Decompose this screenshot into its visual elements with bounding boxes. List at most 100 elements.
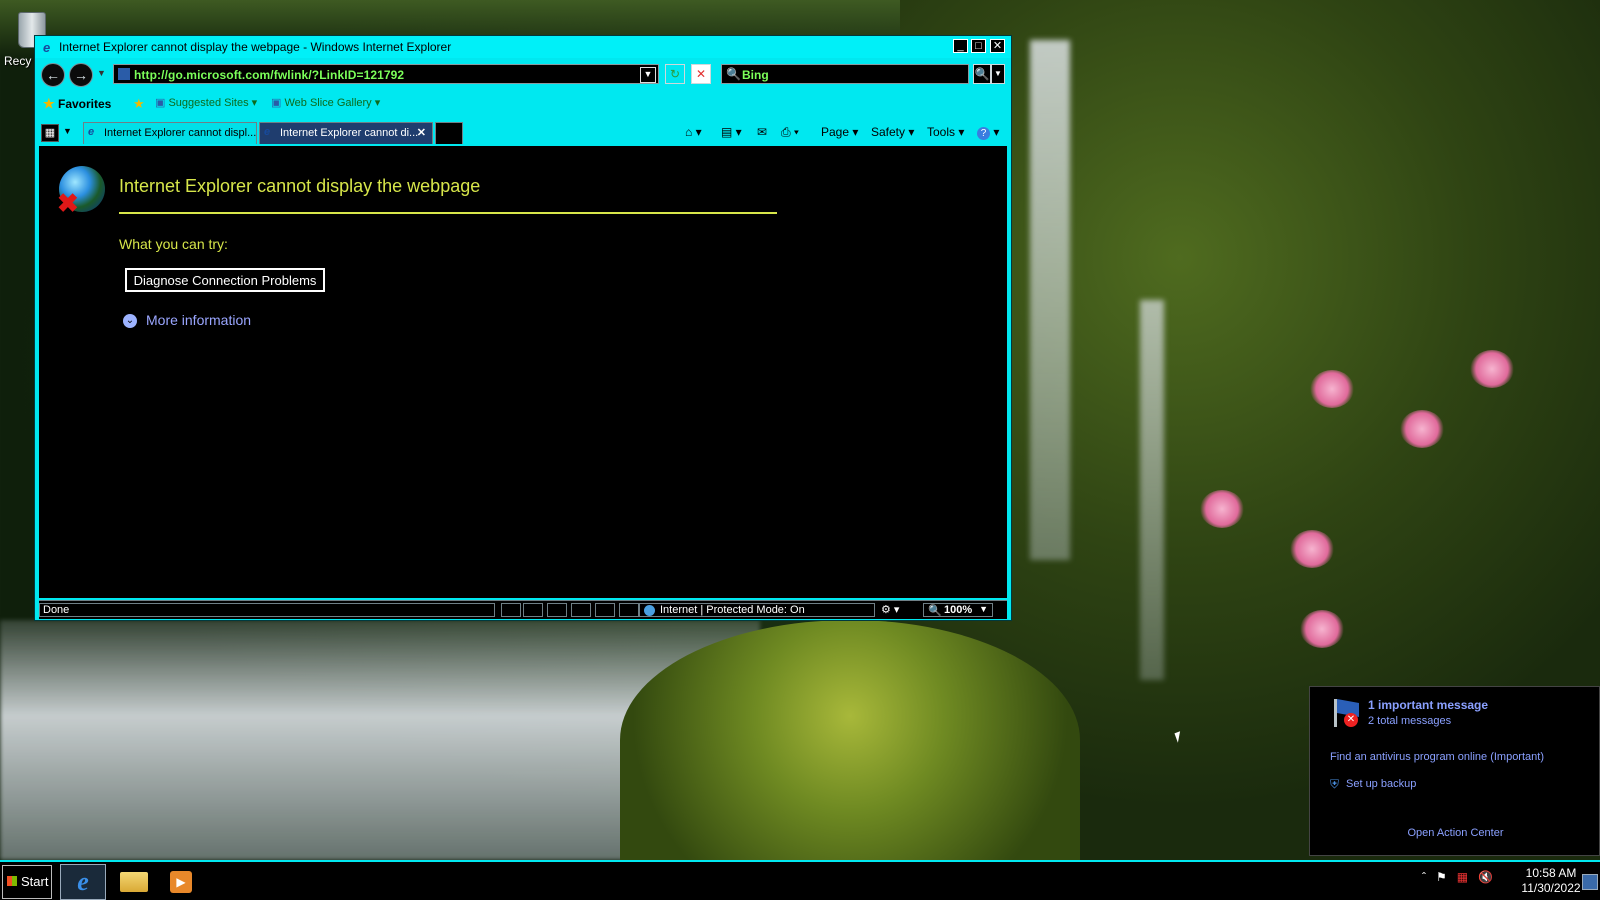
taskbar-windows-explorer[interactable] xyxy=(110,864,156,900)
show-hidden-icons-icon[interactable]: ˆ xyxy=(1422,870,1426,884)
new-tab-button[interactable] xyxy=(435,122,463,144)
ie-tab-icon: e xyxy=(88,126,95,138)
tab-label: Internet Explorer cannot displ... xyxy=(104,127,257,139)
favorites-item-label: Web Slice Gallery xyxy=(284,97,372,109)
internet-explorer-icon: e xyxy=(77,867,89,896)
print-icon[interactable]: ⎙ ▾ xyxy=(781,125,799,140)
wallpaper-flower xyxy=(1300,610,1344,648)
maximize-button[interactable]: □ xyxy=(971,39,986,53)
expand-chevron-icon[interactable]: ⌄ xyxy=(123,314,137,328)
tools-menu[interactable]: Tools ▾ xyxy=(927,125,964,139)
recent-pages-dropdown-icon[interactable]: ▼ xyxy=(97,68,106,78)
clock-date: 11/30/2022 xyxy=(1521,881,1581,895)
network-icon[interactable]: ▦ xyxy=(1457,870,1468,884)
action-center-flyout: ✕ 1 important message 2 total messages F… xyxy=(1309,686,1600,856)
search-provider-icon: 🔍 xyxy=(726,67,741,81)
taskbar-clock[interactable]: 10:58 AM 11/30/2022 xyxy=(1516,866,1586,896)
total-messages-text: 2 total messages xyxy=(1368,715,1452,727)
status-segment xyxy=(547,603,567,617)
forward-button[interactable]: → xyxy=(69,63,93,87)
internet-zone-globe-icon xyxy=(644,605,655,616)
wallpaper-flower xyxy=(1400,410,1444,448)
find-antivirus-link[interactable]: Find an antivirus program online (Import… xyxy=(1330,751,1544,763)
taskbar-media-player[interactable]: ▶ xyxy=(158,864,204,900)
favorites-label: Favorites xyxy=(58,97,112,111)
zoom-level-control[interactable]: 🔍 100% ▼ xyxy=(923,603,993,617)
navigation-bar: ← → ▼ http://go.microsoft.com/fwlink/?Li… xyxy=(39,62,1007,88)
back-button[interactable]: ← xyxy=(41,63,65,87)
close-button[interactable]: ✕ xyxy=(990,39,1005,53)
what-you-can-try-label: What you can try: xyxy=(119,236,228,252)
status-segment xyxy=(595,603,615,617)
taskbar-internet-explorer[interactable]: e xyxy=(60,864,106,900)
refresh-button[interactable]: ↻ xyxy=(665,64,685,84)
favorites-item-suggested-sites[interactable]: ▣ Suggested Sites ▾ xyxy=(155,96,257,109)
safety-menu[interactable]: Safety ▾ xyxy=(871,125,914,139)
media-player-icon: ▶ xyxy=(170,871,192,893)
address-url[interactable]: http://go.microsoft.com/fwlink/?LinkID=1… xyxy=(134,68,404,82)
important-message-link[interactable]: 1 important message xyxy=(1368,698,1488,712)
help-menu[interactable]: ? ▾ xyxy=(977,125,999,140)
search-options-dropdown-icon[interactable]: ▼ xyxy=(991,64,1005,84)
security-zone[interactable]: Internet | Protected Mode: On xyxy=(639,603,875,617)
volume-muted-icon[interactable]: 🔇 xyxy=(1478,870,1493,884)
search-input[interactable]: Bing xyxy=(742,68,769,82)
windows-logo-icon xyxy=(7,876,17,886)
zoom-dropdown-icon: ▼ xyxy=(979,604,988,614)
wallpaper-moss-rock xyxy=(620,620,1080,860)
show-desktop-button[interactable] xyxy=(1582,874,1598,890)
favorites-item-web-slice-gallery[interactable]: ▣ Web Slice Gallery ▾ xyxy=(271,96,380,109)
protected-mode-settings-icon[interactable]: ⚙ ▾ xyxy=(881,603,915,617)
wallpaper-flower xyxy=(1290,530,1334,568)
minimize-button[interactable]: _ xyxy=(953,39,968,53)
add-to-favorites-icon[interactable]: ★ xyxy=(133,96,145,112)
help-icon: ? xyxy=(977,127,990,140)
status-segment xyxy=(571,603,591,617)
tab-label: Internet Explorer cannot di... xyxy=(280,127,419,139)
open-action-center-link[interactable]: Open Action Center xyxy=(1310,827,1600,839)
address-bar[interactable]: http://go.microsoft.com/fwlink/?LinkID=1… xyxy=(113,64,659,84)
wallpaper-waterfall-right xyxy=(1140,300,1164,680)
title-bar[interactable]: e Internet Explorer cannot display the w… xyxy=(35,36,1011,58)
tab-error-page-2[interactable]: e Internet Explorer cannot di... ✕ xyxy=(259,122,433,144)
tab-bar: ▦ ▼ e Internet Explorer cannot displ... … xyxy=(39,120,1007,146)
page-icon xyxy=(118,68,130,80)
start-button[interactable]: Start xyxy=(2,865,52,899)
system-tray: ˆ ⚑ ▦ 🔇 xyxy=(1422,870,1493,884)
favorites-star-icon: ★ xyxy=(43,96,55,111)
more-information-link[interactable]: More information xyxy=(146,312,251,328)
action-center-flag-icon: ✕ xyxy=(1330,699,1360,727)
web-slice-gallery-icon: ▣ xyxy=(271,97,282,109)
set-up-backup-link[interactable]: Set up backup xyxy=(1346,778,1416,790)
tab-error-page-1[interactable]: e Internet Explorer cannot displ... xyxy=(83,122,257,144)
page-menu-label: Page xyxy=(821,125,850,139)
zoom-magnifier-icon: 🔍 xyxy=(928,605,942,617)
diagnose-connection-problems-button[interactable]: Diagnose Connection Problems xyxy=(125,268,325,292)
ie-app-icon: e xyxy=(43,40,51,55)
shield-icon: ⛨ xyxy=(1330,777,1340,791)
home-icon[interactable]: ⌂ ▾ xyxy=(685,125,702,139)
error-globe-icon: ✖ xyxy=(57,166,105,218)
search-button[interactable]: 🔍 xyxy=(973,64,991,84)
favorites-button[interactable]: ★ Favorites xyxy=(43,96,111,112)
wallpaper-flower xyxy=(1310,370,1354,408)
stop-button[interactable]: ✕ xyxy=(691,64,711,84)
action-center-tray-flag-icon[interactable]: ⚑ xyxy=(1436,870,1447,884)
search-box[interactable]: 🔍 Bing xyxy=(721,64,969,84)
read-mail-icon[interactable]: ✉ xyxy=(757,125,767,139)
quick-tabs-icon[interactable]: ▦ xyxy=(41,124,59,142)
tab-list-dropdown-icon[interactable]: ▼ xyxy=(63,126,72,136)
title-divider xyxy=(119,212,777,214)
ie-tab-icon: e xyxy=(264,126,271,138)
address-dropdown-icon[interactable]: ▼ xyxy=(640,67,656,83)
clock-time: 10:58 AM xyxy=(1525,866,1577,880)
ie-window: e Internet Explorer cannot display the w… xyxy=(34,35,1012,621)
page-title: Internet Explorer cannot display the web… xyxy=(119,176,481,196)
safety-menu-label: Safety xyxy=(871,125,906,139)
page-menu[interactable]: Page ▾ xyxy=(821,125,858,139)
error-x-icon: ✖ xyxy=(57,188,79,218)
feeds-icon[interactable]: ▤ ▾ xyxy=(721,125,742,139)
wallpaper-waterfall-upper xyxy=(1030,40,1070,560)
close-tab-icon[interactable]: ✕ xyxy=(417,126,426,139)
recycle-bin-label: Recy xyxy=(4,54,32,68)
